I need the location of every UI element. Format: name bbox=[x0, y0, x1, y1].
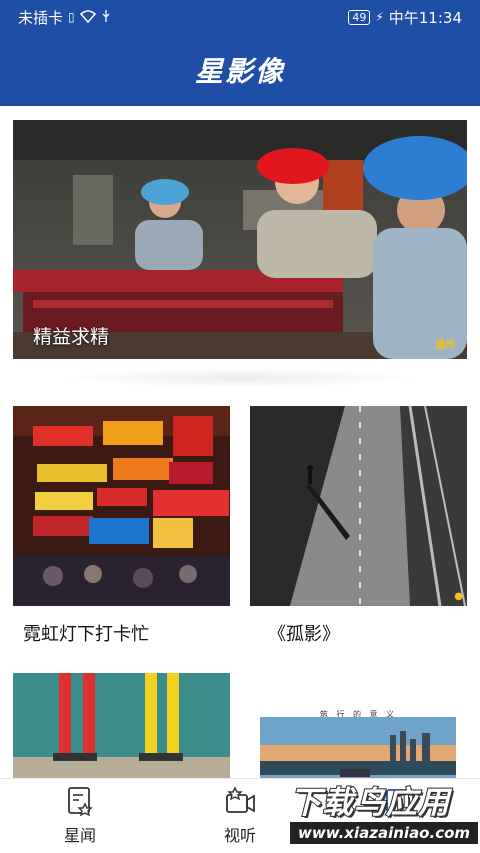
video-icon bbox=[226, 786, 255, 813]
nav-label: 星闻 bbox=[63, 826, 96, 845]
app-header: 星影像 bbox=[0, 34, 480, 106]
usb-icon bbox=[101, 9, 111, 25]
photo-card-poster[interactable]: 筑 行 的 意 义 bbox=[250, 673, 467, 778]
news-icon bbox=[68, 787, 93, 816]
nav-item-video[interactable]: 视听 bbox=[160, 779, 320, 853]
nav-label: 影像 bbox=[383, 826, 416, 845]
photo-card-neon[interactable]: 霓虹灯下打卡忙 bbox=[13, 406, 230, 646]
app-title: 星影像 bbox=[194, 55, 285, 88]
bottom-nav: 星闻 视听 影像 bbox=[0, 778, 480, 853]
image-icon bbox=[386, 789, 414, 813]
photo-figures bbox=[13, 673, 230, 778]
card-title: 《孤影》 bbox=[268, 624, 340, 645]
battery-icon: 49 bbox=[348, 9, 371, 25]
nav-item-image[interactable]: 影像 bbox=[320, 779, 480, 853]
photo-lone-shadow: ● bbox=[250, 406, 467, 606]
charging-icon: ⚡ bbox=[375, 10, 384, 24]
sim-alert-icon: ▯ bbox=[68, 10, 75, 24]
hero-photo-card[interactable]: 精益求精 温州 bbox=[13, 120, 467, 359]
card-title: 霓虹灯下打卡忙 bbox=[23, 624, 149, 645]
photo-card-lone-shadow[interactable]: ● 《孤影》 bbox=[250, 406, 467, 646]
photo-card-figures[interactable] bbox=[13, 673, 230, 778]
status-bar: 未插卡 ▯ 49 ⚡ 中午11:34 bbox=[0, 0, 480, 34]
photo-logo: ● bbox=[454, 591, 463, 602]
wifi-icon bbox=[79, 9, 96, 25]
carrier-text: 未插卡 bbox=[18, 8, 64, 27]
photo-poster: 筑 行 的 意 义 bbox=[250, 673, 467, 778]
photo-feed[interactable]: 精益求精 温州 霓虹灯下打卡忙 ● 《孤影》 筑 行 的 意 义 bbox=[0, 106, 480, 778]
hero-logo: 温州 bbox=[435, 340, 455, 351]
nav-label: 视听 bbox=[223, 826, 256, 845]
nav-item-news[interactable]: 星闻 bbox=[0, 779, 160, 853]
photo-neon bbox=[13, 406, 230, 606]
hero-caption: 精益求精 bbox=[33, 326, 110, 348]
hero-shadow bbox=[60, 368, 420, 388]
clock: 中午11:34 bbox=[388, 8, 462, 27]
